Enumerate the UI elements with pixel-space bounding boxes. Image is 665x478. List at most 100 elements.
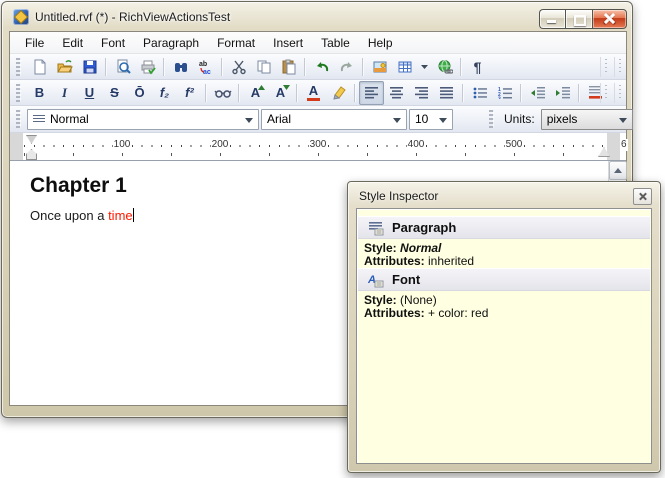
- toolbar-grip[interactable]: [16, 58, 21, 76]
- spectacles-button[interactable]: [210, 81, 235, 105]
- hyperlink-button[interactable]: [432, 55, 457, 79]
- cut-button[interactable]: [226, 55, 251, 79]
- paragraph-red-text: time: [108, 208, 133, 223]
- copy-icon: [256, 59, 272, 75]
- font-attributes-row: Attributes: + color: red: [364, 306, 488, 320]
- numbering-button[interactable]: 123: [492, 81, 517, 105]
- close-button[interactable]: [592, 9, 627, 29]
- new-document-button[interactable]: [27, 55, 52, 79]
- insert-table-button[interactable]: [392, 55, 417, 79]
- align-justify-button[interactable]: [434, 81, 459, 105]
- font-combo-value: Arial: [267, 112, 291, 126]
- style-label: Style:: [364, 241, 397, 255]
- bullets-button[interactable]: [467, 81, 492, 105]
- separator: [362, 58, 364, 76]
- italic-button[interactable]: I: [52, 81, 77, 105]
- pilcrow-icon: ¶: [474, 59, 482, 75]
- align-right-button[interactable]: [409, 81, 434, 105]
- find-button[interactable]: [168, 55, 193, 79]
- toolbar-grip[interactable]: [16, 110, 21, 128]
- save-button[interactable]: [77, 55, 102, 79]
- highlight-button[interactable]: [326, 81, 351, 105]
- paragraph-style-row: Style: Normal: [364, 241, 441, 255]
- paragraph-style-icon: [33, 115, 45, 124]
- toolbar-overflow-grips[interactable]: [600, 83, 624, 103]
- print-icon: [140, 59, 156, 75]
- subscript-button[interactable]: f₂: [152, 81, 177, 105]
- menu-insert[interactable]: Insert: [264, 33, 312, 53]
- copy-button[interactable]: [251, 55, 276, 79]
- menu-paragraph[interactable]: Paragraph: [134, 33, 208, 53]
- print-preview-button[interactable]: [110, 55, 135, 79]
- scissors-icon: [231, 59, 247, 75]
- font-color-bar-icon: [307, 98, 320, 101]
- menu-file[interactable]: File: [16, 33, 53, 53]
- font-combo[interactable]: Arial: [261, 109, 407, 130]
- paste-button[interactable]: [276, 55, 301, 79]
- style-combo[interactable]: Normal: [27, 109, 259, 130]
- redo-button[interactable]: [334, 55, 359, 79]
- font-color-button[interactable]: A: [301, 81, 326, 105]
- menu-font[interactable]: Font: [92, 33, 134, 53]
- maximize-button[interactable]: [565, 9, 592, 29]
- insert-picture-button[interactable]: [367, 55, 392, 79]
- menu-table[interactable]: Table: [312, 33, 359, 53]
- left-indent-marker[interactable]: [26, 149, 37, 160]
- menu-edit[interactable]: Edit: [53, 33, 92, 53]
- style-combo-value: Normal: [50, 112, 89, 126]
- undo-button[interactable]: [309, 55, 334, 79]
- close-icon: [638, 192, 647, 201]
- align-left-button[interactable]: [359, 81, 384, 105]
- open-button[interactable]: [52, 55, 77, 79]
- separator: [105, 58, 107, 76]
- increase-indent-button[interactable]: [550, 81, 575, 105]
- horizontal-ruler[interactable]: 100 200 300 400 500 6: [10, 133, 626, 161]
- style-label: Style:: [364, 293, 397, 307]
- shrink-font-button[interactable]: A: [268, 81, 293, 105]
- superscript-button[interactable]: f²: [177, 81, 202, 105]
- new-document-icon: [32, 59, 48, 75]
- outdent-icon: [530, 87, 545, 99]
- bold-button[interactable]: B: [27, 81, 52, 105]
- titlebar[interactable]: Untitled.rvf (*) - RichViewActionsTest: [2, 2, 632, 31]
- table-dropdown-button[interactable]: [417, 55, 432, 79]
- ruler-margin-left: [10, 133, 23, 160]
- ruler-label: 500: [505, 139, 524, 151]
- first-line-indent-marker[interactable]: [26, 135, 37, 144]
- style-value: Normal: [400, 241, 441, 255]
- decrease-indent-button[interactable]: [525, 81, 550, 105]
- print-button[interactable]: [135, 55, 160, 79]
- font-size-combo[interactable]: 10: [409, 109, 453, 130]
- separator: [304, 58, 306, 76]
- font-size-value: 10: [415, 112, 428, 126]
- show-paragraph-marks-button[interactable]: ¶: [465, 55, 490, 79]
- paragraph-section-header[interactable]: Paragraph: [358, 216, 650, 239]
- toolbar-formatting: B I U S Ō f₂ f² A A: [10, 80, 626, 106]
- undo-icon: [314, 59, 330, 75]
- align-right-icon: [415, 87, 429, 99]
- minimize-button[interactable]: [539, 9, 565, 29]
- font-section-header[interactable]: A Font: [358, 268, 650, 291]
- units-combo[interactable]: pixels: [541, 109, 633, 130]
- menu-help[interactable]: Help: [359, 33, 402, 53]
- replace-button[interactable]: abac: [193, 55, 218, 79]
- inspector-close-button[interactable]: [633, 188, 652, 205]
- overline-button[interactable]: Ō: [127, 81, 152, 105]
- separator: [205, 84, 207, 102]
- align-center-button[interactable]: [384, 81, 409, 105]
- scroll-up-button[interactable]: [609, 161, 627, 180]
- toolbar-grip[interactable]: [489, 110, 494, 128]
- toolbar-grip[interactable]: [16, 84, 21, 102]
- align-justify-icon: [440, 87, 454, 99]
- attributes-value: + color: red: [428, 306, 488, 320]
- units-toolbar: Units: pixels: [487, 109, 633, 130]
- underline-button[interactable]: U: [77, 81, 102, 105]
- arrow-down-icon: [283, 85, 290, 91]
- style-inspector-panel: Paragraph Style: Normal Attributes: inhe…: [356, 208, 652, 464]
- grow-font-button[interactable]: A: [243, 81, 268, 105]
- menu-format[interactable]: Format: [208, 33, 264, 53]
- toolbar-overflow-grips[interactable]: [600, 57, 624, 77]
- ruler-label: 100: [113, 139, 132, 151]
- chevron-down-icon: [245, 118, 253, 123]
- strikethrough-button[interactable]: S: [102, 81, 127, 105]
